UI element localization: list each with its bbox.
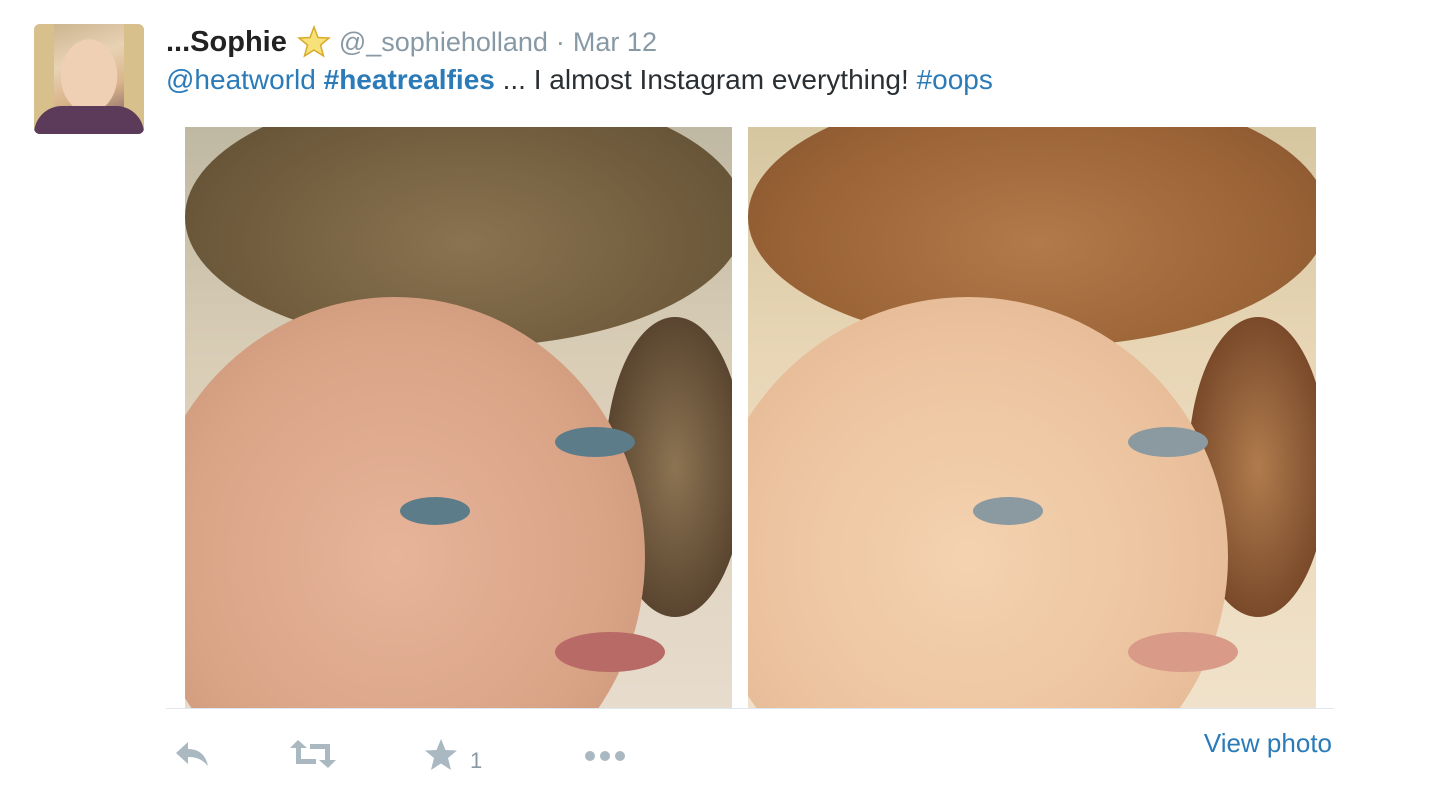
star-badge-icon — [296, 24, 331, 59]
star-icon — [425, 739, 457, 770]
photo-left-mouth — [555, 632, 665, 672]
avatar-shoulders — [34, 106, 144, 134]
reply-icon — [176, 742, 208, 766]
reply-button[interactable] — [172, 736, 212, 772]
hashtag-link[interactable]: #heatrealfies — [324, 64, 495, 95]
tweet-text-body: ... I almost Instagram everything! — [494, 64, 917, 95]
tweet-header: ...Sophie @_sophieholland · Mar 12 — [166, 22, 657, 62]
tweet-date[interactable]: Mar 12 — [573, 27, 657, 58]
photo-right-mouth — [1128, 632, 1238, 672]
favorite-count: 1 — [470, 748, 483, 773]
tweet-photos[interactable] — [185, 127, 1316, 708]
more-button[interactable] — [580, 736, 630, 772]
more-icon — [585, 751, 625, 761]
photo-left[interactable] — [185, 127, 732, 708]
user-name[interactable]: ...Sophie — [166, 26, 287, 59]
photo-left-eye-left — [400, 497, 470, 525]
favorite-button[interactable]: 1 — [422, 736, 482, 774]
divider — [166, 708, 1334, 709]
photo-left-eye-right — [555, 427, 635, 457]
avatar[interactable] — [34, 24, 144, 134]
photo-right-eye-left — [973, 497, 1043, 525]
view-photo-link[interactable]: View photo — [1204, 728, 1332, 759]
tweet-actions: 1 View photo — [168, 728, 1338, 778]
tweet: ...Sophie @_sophieholland · Mar 12 @heat… — [0, 0, 1440, 806]
photo-right[interactable] — [748, 127, 1316, 708]
mention-link[interactable]: @heatworld — [166, 64, 316, 95]
retweet-button[interactable] — [288, 736, 338, 772]
user-handle[interactable]: @_sophieholland — [339, 27, 548, 58]
retweet-icon — [290, 740, 336, 768]
photo-right-eye-right — [1128, 427, 1208, 457]
tweet-text: @heatworld #heatrealfies ... I almost In… — [166, 64, 993, 96]
hashtag-link-oops[interactable]: #oops — [917, 64, 993, 95]
separator-dot: · — [555, 26, 565, 57]
